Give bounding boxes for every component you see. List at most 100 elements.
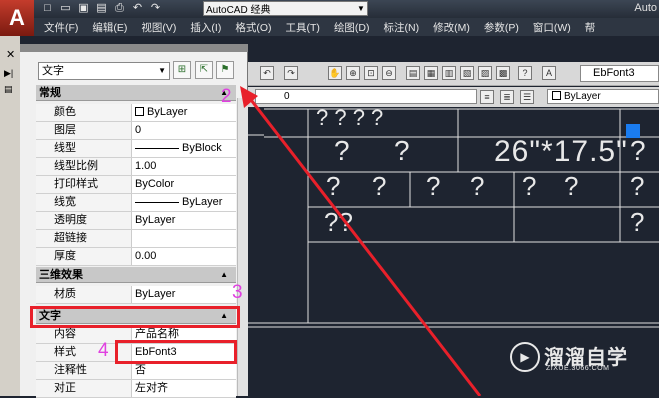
quick-access-toolbar: □ ▭ ▣ ▤ ⎙ ↶ ↷ [40,1,163,16]
layer-select[interactable]: 0 [255,89,477,104]
calculator-icon[interactable]: ▩ [496,66,510,80]
property-row-material[interactable]: 材质 ByLayer [36,286,236,304]
menu-tools[interactable]: 工具(T) [286,20,320,35]
save-icon[interactable]: ▣ [76,1,91,16]
menu-edit[interactable]: 编辑(E) [92,20,127,35]
menu-window[interactable]: 窗口(W) [533,20,571,35]
object-type-select[interactable]: 文字 ▼ [38,62,170,80]
drawing-text: ? [564,171,579,201]
save-as-icon[interactable]: ▤ [94,1,109,16]
step-number-2: 2 [221,86,232,107]
properties-scrollbar[interactable] [237,98,248,396]
undo-icon[interactable]: ↶ [260,66,274,80]
menu-help[interactable]: 帮 [585,20,596,35]
property-name: 超链接 [36,230,132,247]
line-sample-icon [135,201,179,203]
drawing-text: ? [630,171,645,201]
redo-icon[interactable]: ↷ [284,66,298,80]
step-number-4: 4 [98,340,109,361]
watermark-url: ZIXUE.3066.COM [546,365,610,372]
menu-format[interactable]: 格式(O) [235,20,271,35]
drawing-text: ? [630,207,645,237]
menu-file[interactable]: 文件(F) [44,20,78,35]
zoom-window-icon[interactable]: ⊡ [364,66,378,80]
property-row[interactable]: 线型 ByBlock [36,140,236,158]
property-value-text: ByBlock [182,142,222,154]
property-row[interactable]: 透明度 ByLayer [36,212,236,230]
menu-insert[interactable]: 插入(I) [190,20,221,35]
menu-modify[interactable]: 修改(M) [433,20,470,35]
property-value-text: ByLayer [135,214,176,226]
workspace-select[interactable]: AutoCAD 经典 ▼ [203,1,368,16]
design-center-icon[interactable]: ▦ [424,66,438,80]
property-value: ByLayer [135,288,176,300]
property-row-justify[interactable]: 对正 左对齐 [36,380,236,398]
section-3d[interactable]: 三维效果 ▲ [36,267,236,283]
text-style-icon[interactable]: A [542,66,556,80]
help-icon[interactable]: ? [518,66,532,80]
property-row[interactable]: 颜色 ByLayer [36,104,236,122]
property-value-text: 0.00 [135,250,157,262]
property-name: 线型 [36,140,132,157]
select-objects-icon[interactable]: ⇱ [195,61,213,79]
property-value: ByColor [135,176,236,193]
zoom-realtime-icon[interactable]: ⊕ [346,66,360,80]
property-row-annotative[interactable]: 注释性 否 [36,362,236,380]
property-row[interactable]: 打印样式 ByColor [36,176,236,194]
text-style-value: EbFont3 [593,67,635,79]
property-value-text: ByLayer [182,196,223,208]
zoom-previous-icon[interactable]: ⊖ [382,66,396,80]
markup-icon[interactable]: ▨ [478,66,492,80]
tool-palettes-icon[interactable]: ▥ [442,66,456,80]
step-number-3: 3 [232,282,243,303]
drawing-text: ? [470,171,485,201]
sheet-set-icon[interactable]: ▧ [460,66,474,80]
collapse-icon: ▲ [220,270,228,279]
auto-hide-icon[interactable]: ▶| [4,68,13,79]
property-value: ByLayer [135,194,236,211]
menu-parametric[interactable]: 参数(P) [484,20,519,35]
property-row[interactable]: 线宽 ByLayer [36,194,236,212]
workspace-value: AutoCAD 经典 [206,5,271,16]
app-menu-button[interactable]: A [0,0,34,36]
property-name: 图层 [36,122,132,139]
chevron-down-icon: ▼ [158,66,166,75]
undo-icon[interactable]: ↶ [130,1,145,16]
property-name: 注释性 [36,362,132,379]
new-icon[interactable]: □ [40,1,55,16]
property-value: 0 [135,122,236,139]
properties-menu-icon[interactable]: ▤ [4,84,13,95]
properties-icon[interactable]: ▤ [406,66,420,80]
menu-draw[interactable]: 绘图(D) [334,20,370,35]
layer-previous-icon[interactable]: ≣ [500,90,514,104]
quick-select-icon[interactable]: ⚑ [216,61,234,79]
color-swatch-icon [135,107,144,116]
toggle-pickadd-icon[interactable]: ⊞ [173,61,191,79]
property-value: ByLayer [135,212,236,229]
section-3d-label: 三维效果 [39,269,83,281]
property-row[interactable]: 线型比例 1.00 [36,158,236,176]
text-style-select[interactable]: EbFont3 [580,65,659,82]
menu-view[interactable]: 视图(V) [141,20,176,35]
color-control-select[interactable]: ByLayer [547,89,659,104]
property-value: 左对齐 [135,382,168,394]
property-value-text: ByLayer [147,106,188,118]
close-icon[interactable]: ✕ [6,48,15,61]
section-general[interactable]: 常规 ▲ [36,85,236,101]
layer-properties-icon[interactable]: ≡ [480,90,494,104]
property-name: 对正 [36,380,132,397]
selection-grip[interactable] [626,124,640,138]
print-icon[interactable]: ⎙ [112,1,127,16]
app-title: Auto [634,2,657,14]
property-value-text: ByColor [135,178,175,190]
menu-dimension[interactable]: 标注(N) [384,20,420,35]
open-icon[interactable]: ▭ [58,1,73,16]
property-row[interactable]: 超链接 [36,230,236,248]
make-current-icon[interactable]: ☰ [520,90,534,104]
property-row[interactable]: 厚度 0.00 [36,248,236,266]
pan-icon[interactable]: ✋ [328,66,342,80]
property-row[interactable]: 图层 0 [36,122,236,140]
palette-side-strip: ✕ ▶| ▤ [0,36,20,396]
redo-icon[interactable]: ↷ [148,1,163,16]
drawing-text: ? [630,135,646,166]
